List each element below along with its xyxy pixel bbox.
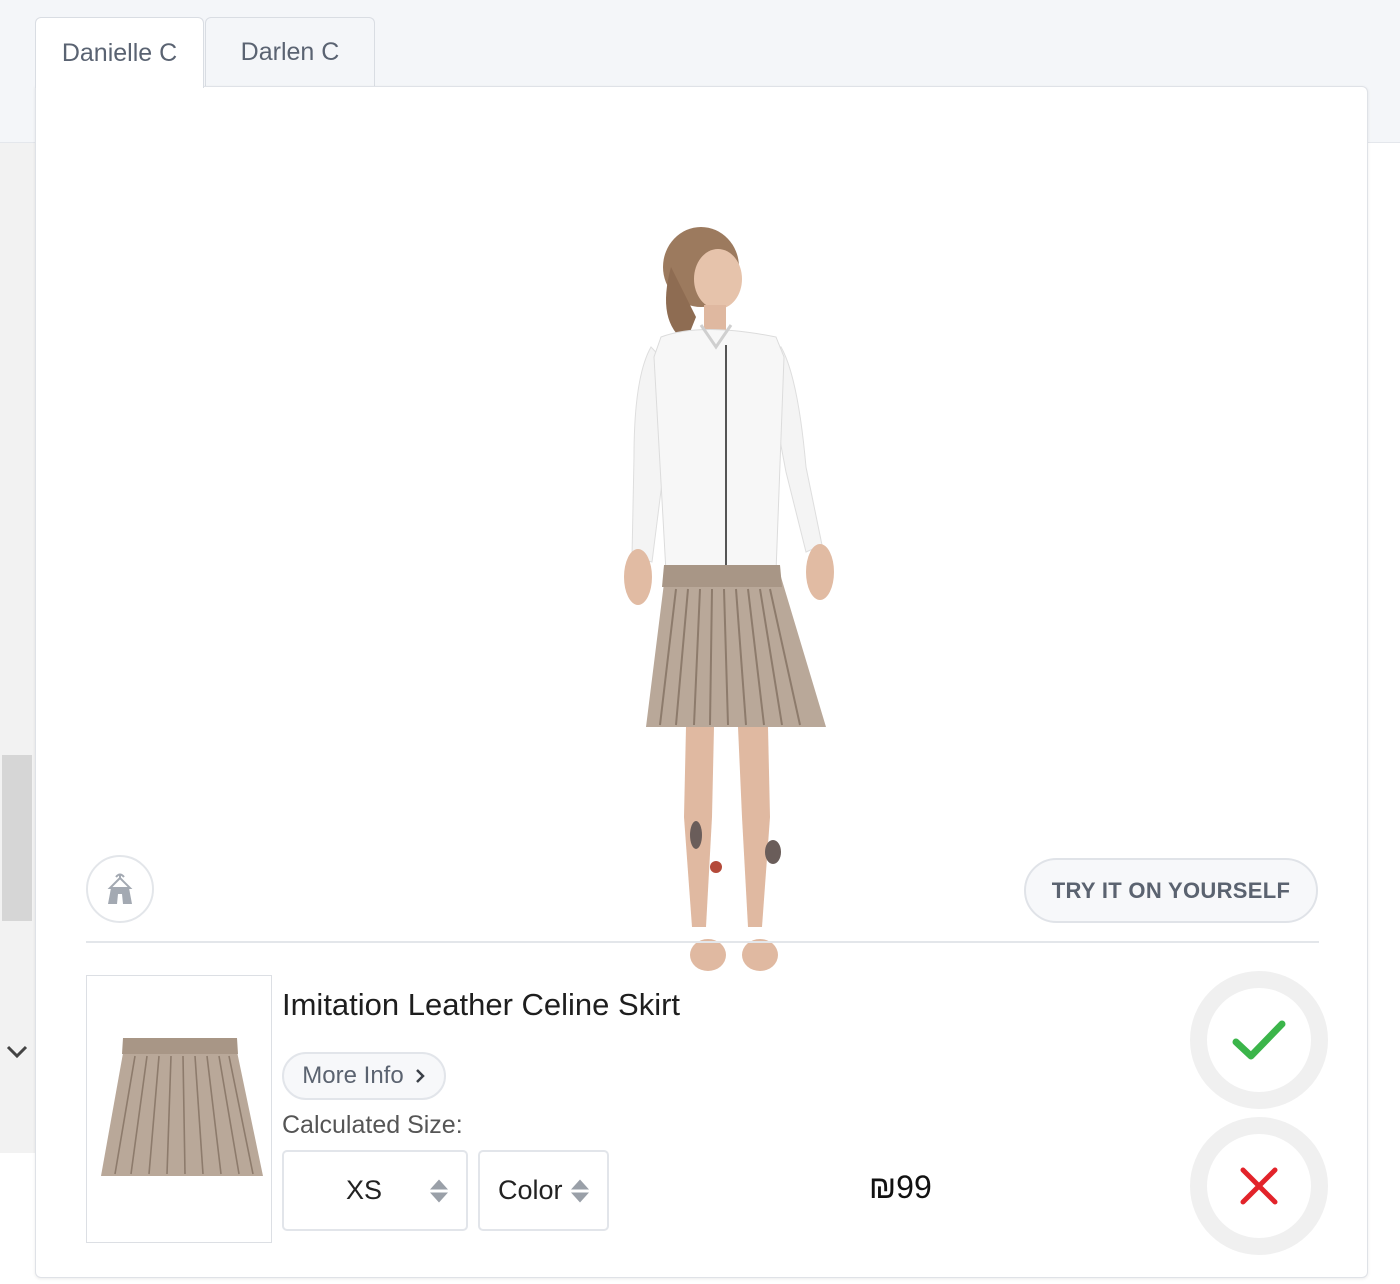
color-value: Color — [498, 1175, 563, 1205]
tab-label: Darlen C — [240, 38, 340, 66]
model-avatar-image — [624, 227, 834, 971]
calculated-size-label: Calculated Size: — [282, 1111, 463, 1139]
scrollbar-thumb[interactable] — [2, 755, 32, 921]
divider — [86, 941, 1319, 943]
color-select[interactable]: Color — [478, 1150, 609, 1231]
sort-arrows-icon — [571, 1179, 589, 1202]
chevron-down-icon[interactable] — [4, 1038, 30, 1064]
product-title: Imitation Leather Celine Skirt — [282, 987, 681, 1022]
hanger-icon — [107, 873, 133, 904]
close-icon — [1240, 1167, 1278, 1205]
more-info-label: More Info — [302, 1062, 404, 1089]
size-select[interactable]: XS — [282, 1150, 468, 1231]
tab-darlen-c[interactable]: Darlen C — [205, 17, 375, 87]
reject-button[interactable] — [1190, 1117, 1328, 1255]
product-thumbnail[interactable] — [86, 975, 272, 1243]
fitting-room-panel: TRY IT ON YOURSELF Imitation Leather Cel… — [35, 86, 1368, 1278]
chevron-right-icon — [415, 1069, 425, 1083]
try-button-label: TRY IT ON YOURSELF — [1051, 877, 1291, 903]
product-price: ₪99 — [869, 1169, 932, 1205]
left-rail — [0, 143, 35, 1153]
tab-label: Danielle C — [61, 38, 178, 67]
try-it-on-yourself-button[interactable]: TRY IT ON YOURSELF — [1024, 858, 1318, 923]
hanger-button[interactable] — [86, 855, 154, 923]
accept-button[interactable] — [1190, 971, 1328, 1109]
size-value: XS — [345, 1175, 383, 1205]
checkmark-icon — [1232, 1020, 1286, 1060]
skirt-thumbnail-image — [101, 1038, 263, 1176]
sort-arrows-icon — [430, 1179, 448, 1202]
tab-danielle-c[interactable]: Danielle C — [35, 17, 204, 88]
more-info-button[interactable]: More Info — [282, 1052, 446, 1100]
